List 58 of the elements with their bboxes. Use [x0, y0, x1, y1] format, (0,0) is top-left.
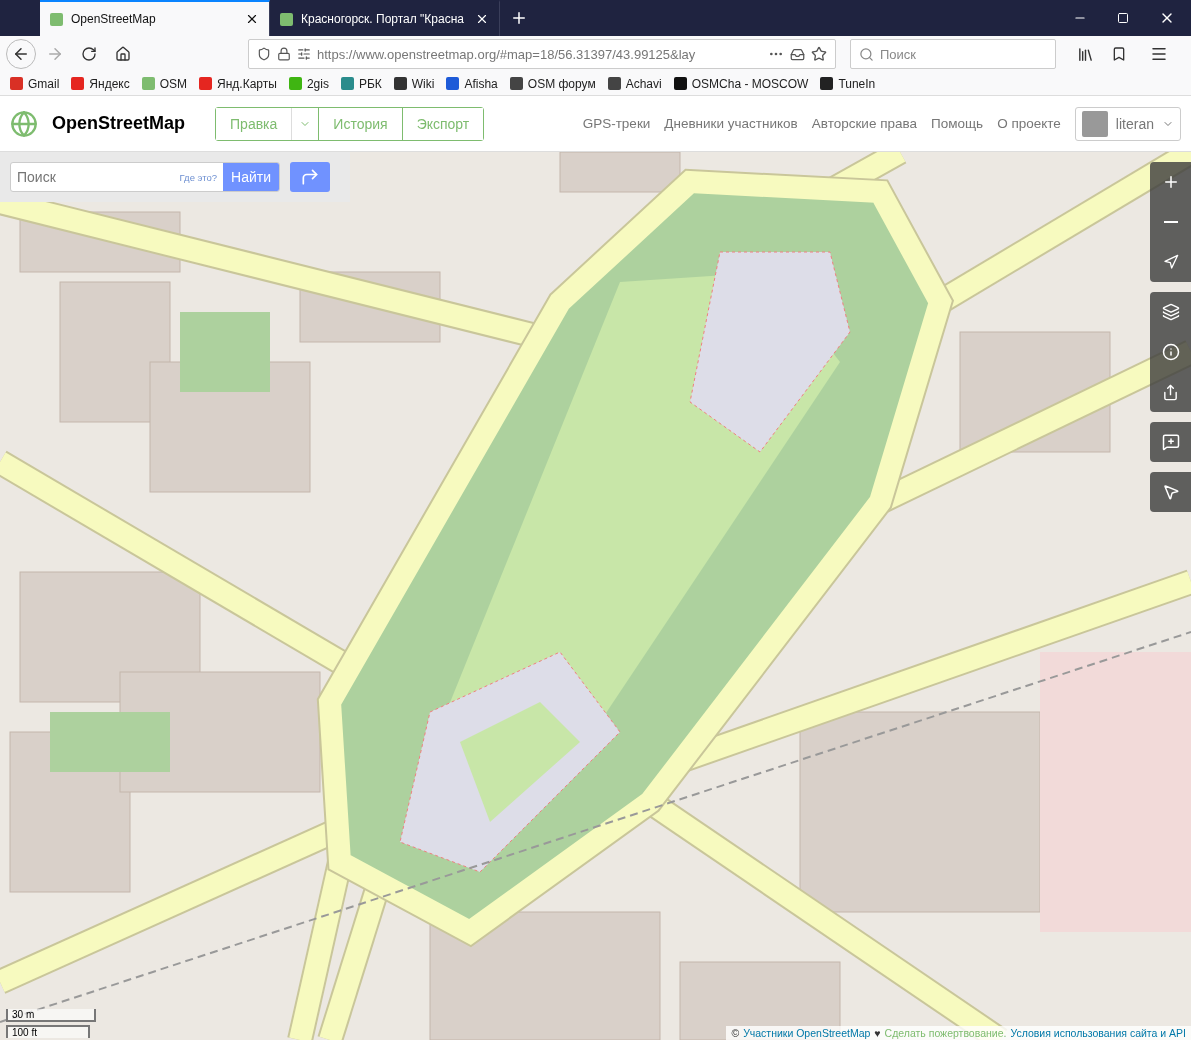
nav-link[interactable]: Авторские права: [811, 116, 917, 131]
books-icon: [1076, 45, 1094, 63]
directions-button[interactable]: [290, 162, 330, 192]
bookmark-link[interactable]: OSM форум: [509, 76, 596, 91]
menu-icon: [1150, 45, 1168, 63]
address-bar[interactable]: https://www.openstreetmap.org/#map=18/56.31397/43.99125&lay: [248, 39, 836, 69]
search-field[interactable]: Поиск: [850, 39, 1056, 69]
copyright-text: ©: [731, 1027, 740, 1039]
star-icon[interactable]: [811, 46, 827, 62]
home-icon: [115, 46, 131, 62]
bookmark-link[interactable]: 2gis: [288, 76, 329, 91]
reload-icon: [81, 46, 97, 62]
close-icon[interactable]: [475, 12, 489, 26]
scale-bar: 30 m: [6, 1009, 96, 1022]
favicon-icon: [280, 12, 293, 26]
bookmark-link[interactable]: Afisha: [446, 76, 498, 91]
bookmark-link[interactable]: Яндекс: [71, 76, 130, 91]
nav-link[interactable]: GPS-треки: [582, 116, 651, 131]
avatar-placeholder: [1081, 110, 1108, 137]
comment-plus-icon: [1161, 433, 1180, 451]
search-icon: [859, 46, 874, 62]
bookmark-link[interactable]: TuneIn: [820, 76, 876, 91]
site-title[interactable]: OpenStreetMap: [52, 113, 186, 134]
bookmark-link[interactable]: Gmail: [10, 76, 60, 91]
new-tab-icon[interactable]: [510, 9, 528, 27]
arrow-icon: [1162, 254, 1179, 270]
heart-text: ♥: [874, 1027, 881, 1039]
bookmark-link[interactable]: Янд.Карты: [199, 76, 277, 91]
bookmark-link[interactable]: Achavi: [607, 76, 662, 91]
bookmark-icon: [1111, 46, 1127, 62]
bookmark-link[interactable]: РБК: [340, 76, 382, 91]
close-icon[interactable]: [245, 12, 259, 26]
terms-link[interactable]: Условия использования сайта и API: [1010, 1027, 1186, 1039]
bookmark-link[interactable]: OSMCha - MOSCOW: [673, 76, 809, 91]
scale-bar: 100 ft: [6, 1025, 90, 1038]
browser-tab[interactable]: OpenStreetMap: [40, 0, 270, 36]
search-field[interactable]: Поиск Где это? Найти: [10, 162, 280, 192]
nav-link[interactable]: Помощь: [931, 116, 984, 131]
shield-icon: [257, 47, 271, 61]
search-button[interactable]: Найти: [223, 163, 279, 191]
where-link[interactable]: Где это?: [179, 171, 224, 183]
info-icon: [1161, 343, 1180, 361]
arrow-right-icon: [46, 45, 64, 63]
pointer-icon: [1161, 483, 1180, 501]
nav-link[interactable]: О проекте: [997, 116, 1061, 131]
permissions-icon[interactable]: [297, 47, 311, 61]
user-menu[interactable]: literan: [1074, 106, 1181, 141]
share-icon: [1162, 383, 1179, 401]
nav-link[interactable]: Дневники участников: [664, 116, 798, 131]
lock-icon: [277, 47, 291, 61]
bookmark-link[interactable]: Wiki: [393, 76, 435, 91]
minus-icon: [1163, 221, 1178, 223]
directions-icon: [300, 167, 320, 187]
maximize-icon[interactable]: [1117, 12, 1129, 24]
contributors-link[interactable]: Участники OpenStreetMap: [743, 1027, 871, 1039]
bookmark-link[interactable]: OSM: [141, 76, 188, 91]
layers-icon: [1161, 303, 1180, 321]
favicon-icon: [50, 12, 63, 26]
